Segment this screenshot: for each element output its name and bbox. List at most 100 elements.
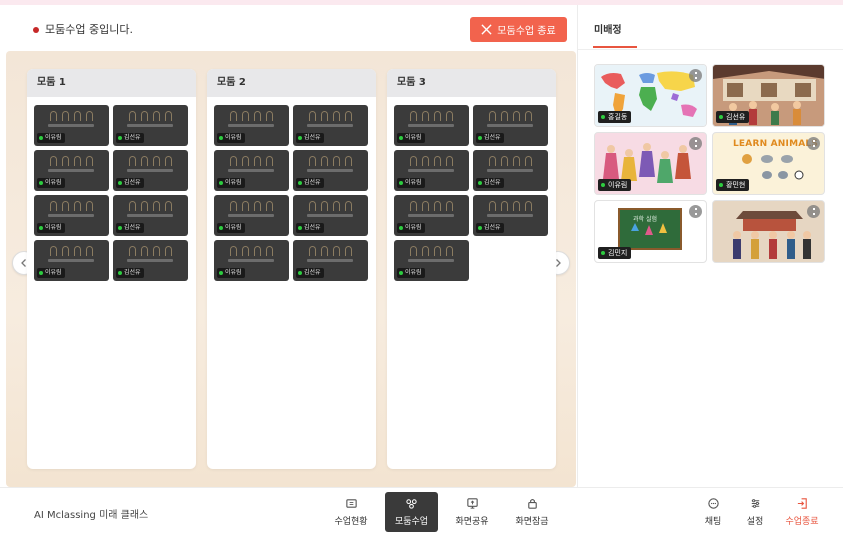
online-dot <box>298 136 302 140</box>
tool-screen-share[interactable]: 화면공유 <box>450 492 494 532</box>
online-dot <box>399 271 403 275</box>
screen-preview <box>408 156 454 176</box>
student-thumbnail[interactable]: 김선유 <box>293 240 368 281</box>
student-name: 김선유 <box>124 179 141 186</box>
status-text: 모둠수업 중입니다. <box>45 23 133 36</box>
end-group-class-button[interactable]: 모둠수업 종료 <box>470 17 567 42</box>
student-name-tag: 김선유 <box>296 133 324 143</box>
student-name-tag: 이유림 <box>397 133 425 143</box>
student-thumbnail[interactable]: 김선유 <box>473 195 548 236</box>
student-thumbnail[interactable]: 김선유 <box>113 240 188 281</box>
student-name: 이유림 <box>45 179 62 186</box>
more-options-icon[interactable] <box>807 205 820 218</box>
tool-end-class[interactable]: 수업종료 <box>780 492 824 532</box>
student-name-tag: 이유림 <box>397 268 425 278</box>
student-thumbnail[interactable]: 김선유 <box>113 105 188 146</box>
student-thumbnail[interactable]: 이유림 <box>214 195 289 236</box>
screen-preview <box>408 246 454 266</box>
tool-settings[interactable]: 설정 <box>740 492 770 532</box>
online-dot <box>219 226 223 230</box>
student-thumbnail[interactable]: 이유림 <box>394 195 469 236</box>
more-options-icon[interactable] <box>689 69 702 82</box>
student-thumbnail[interactable]: 김선유 <box>473 105 548 146</box>
online-dot <box>298 271 302 275</box>
student-card[interactable] <box>712 200 825 263</box>
student-name: 김선유 <box>484 224 501 231</box>
tab-unassigned[interactable]: 미배정 <box>594 21 622 36</box>
student-name: 김선유 <box>124 269 141 276</box>
student-card[interactable]: 과학 실험 김민지 <box>594 200 707 263</box>
student-name: 김선유 <box>304 224 321 231</box>
student-name-tag: 김선유 <box>116 223 144 233</box>
group-stage: 모둠 1 이유림 김선유 이유림 김선유 이유림 김선유 이유림 김선유 모둠 2 이유림 김선… <box>6 51 576 487</box>
student-name: 김민지 <box>608 249 628 257</box>
student-card[interactable]: LEARN ANIMALS 황민현 <box>712 132 825 195</box>
online-dot <box>118 136 122 140</box>
student-name-tag: 이유림 <box>37 178 65 188</box>
tool-label: 화면공유 <box>455 517 489 527</box>
more-options-icon[interactable] <box>807 137 820 150</box>
student-name: 이유림 <box>225 224 242 231</box>
screen-preview <box>307 111 353 131</box>
group-column-3[interactable]: 모둠 3 이유림 김선유 이유림 김선유 이유림 김선유 이유림 <box>387 69 556 469</box>
student-thumbnail[interactable]: 이유림 <box>214 105 289 146</box>
group-title: 모둠 2 <box>207 69 376 97</box>
student-card[interactable]: 김선유 <box>712 64 825 127</box>
group-column-2[interactable]: 모둠 2 이유림 김선유 이유림 김선유 이유림 김선유 이유림 김선유 <box>207 69 376 469</box>
student-thumbnail[interactable]: 김선유 <box>113 195 188 236</box>
student-thumbnail[interactable]: 이유림 <box>394 105 469 146</box>
online-dot <box>39 226 43 230</box>
student-thumbnail[interactable]: 이유림 <box>394 150 469 191</box>
tool-group-class[interactable]: 모둠수업 <box>385 492 438 532</box>
student-thumbnail[interactable]: 김선유 <box>293 105 368 146</box>
student-card[interactable]: 이유림 <box>594 132 707 195</box>
group-members: 이유림 김선유 이유림 김선유 이유림 김선유 이유림 김선유 <box>27 97 196 281</box>
student-thumbnail[interactable]: 김선유 <box>113 150 188 191</box>
screen-share-icon <box>466 498 478 509</box>
tool-class-status[interactable]: 수업현황 <box>329 492 373 532</box>
more-options-icon[interactable] <box>689 205 702 218</box>
student-name: 이유림 <box>225 269 242 276</box>
more-options-icon[interactable] <box>689 137 702 150</box>
student-thumbnail[interactable]: 김선유 <box>473 150 548 191</box>
student-name: 김선유 <box>726 113 746 121</box>
screen-preview <box>48 246 94 266</box>
tool-chat[interactable]: 채팅 <box>698 492 728 532</box>
bottom-toolbar: AI Mclassing 미래 클래스 수업현황 모둠수업 화면공유 화면잠금 … <box>0 487 843 538</box>
online-dot <box>399 181 403 185</box>
online-dot <box>118 181 122 185</box>
group-icon <box>406 499 417 509</box>
student-thumbnail[interactable]: 이유림 <box>34 150 109 191</box>
online-dot <box>478 226 482 230</box>
unassigned-cards: 홍길동 김선유 이유림 LEARN ANIMALS 황민현 과학 실험 김민지 <box>594 64 825 263</box>
student-name: 이유림 <box>405 269 422 276</box>
screen-preview <box>307 201 353 221</box>
student-name: 이유림 <box>405 134 422 141</box>
student-card[interactable]: 홍길동 <box>594 64 707 127</box>
tool-screen-lock[interactable]: 화면잠금 <box>510 492 554 532</box>
student-thumbnail[interactable]: 이유림 <box>214 240 289 281</box>
close-icon <box>481 24 492 35</box>
student-thumbnail[interactable]: 이유림 <box>34 195 109 236</box>
student-name: 이유림 <box>225 179 242 186</box>
student-name-tag: 이유림 <box>397 178 425 188</box>
student-name-tag: 김선유 <box>296 223 324 233</box>
status-bar: 모둠수업 중입니다. 모둠수업 종료 <box>0 5 576 51</box>
student-name: 이유림 <box>225 134 242 141</box>
student-thumbnail[interactable]: 김선유 <box>293 150 368 191</box>
online-dot <box>601 251 605 255</box>
student-thumbnail[interactable]: 이유림 <box>34 105 109 146</box>
student-thumbnail[interactable]: 이유림 <box>394 240 469 281</box>
online-dot <box>601 183 605 187</box>
group-column-1[interactable]: 모둠 1 이유림 김선유 이유림 김선유 이유림 김선유 이유림 김선유 <box>27 69 196 469</box>
student-name-tag: 김선유 <box>116 178 144 188</box>
student-name: 김선유 <box>484 179 501 186</box>
main-area: 모둠수업 중입니다. 모둠수업 종료 모둠 1 이유림 김선유 이유림 김선유 이유림 김… <box>0 5 576 487</box>
group-members: 이유림 김선유 이유림 김선유 이유림 김선유 이유림 <box>387 97 556 281</box>
student-name-tag: 김선유 <box>296 178 324 188</box>
student-thumbnail[interactable]: 이유림 <box>214 150 289 191</box>
online-dot <box>118 226 122 230</box>
student-thumbnail[interactable]: 김선유 <box>293 195 368 236</box>
online-dot <box>39 181 43 185</box>
student-thumbnail[interactable]: 이유림 <box>34 240 109 281</box>
